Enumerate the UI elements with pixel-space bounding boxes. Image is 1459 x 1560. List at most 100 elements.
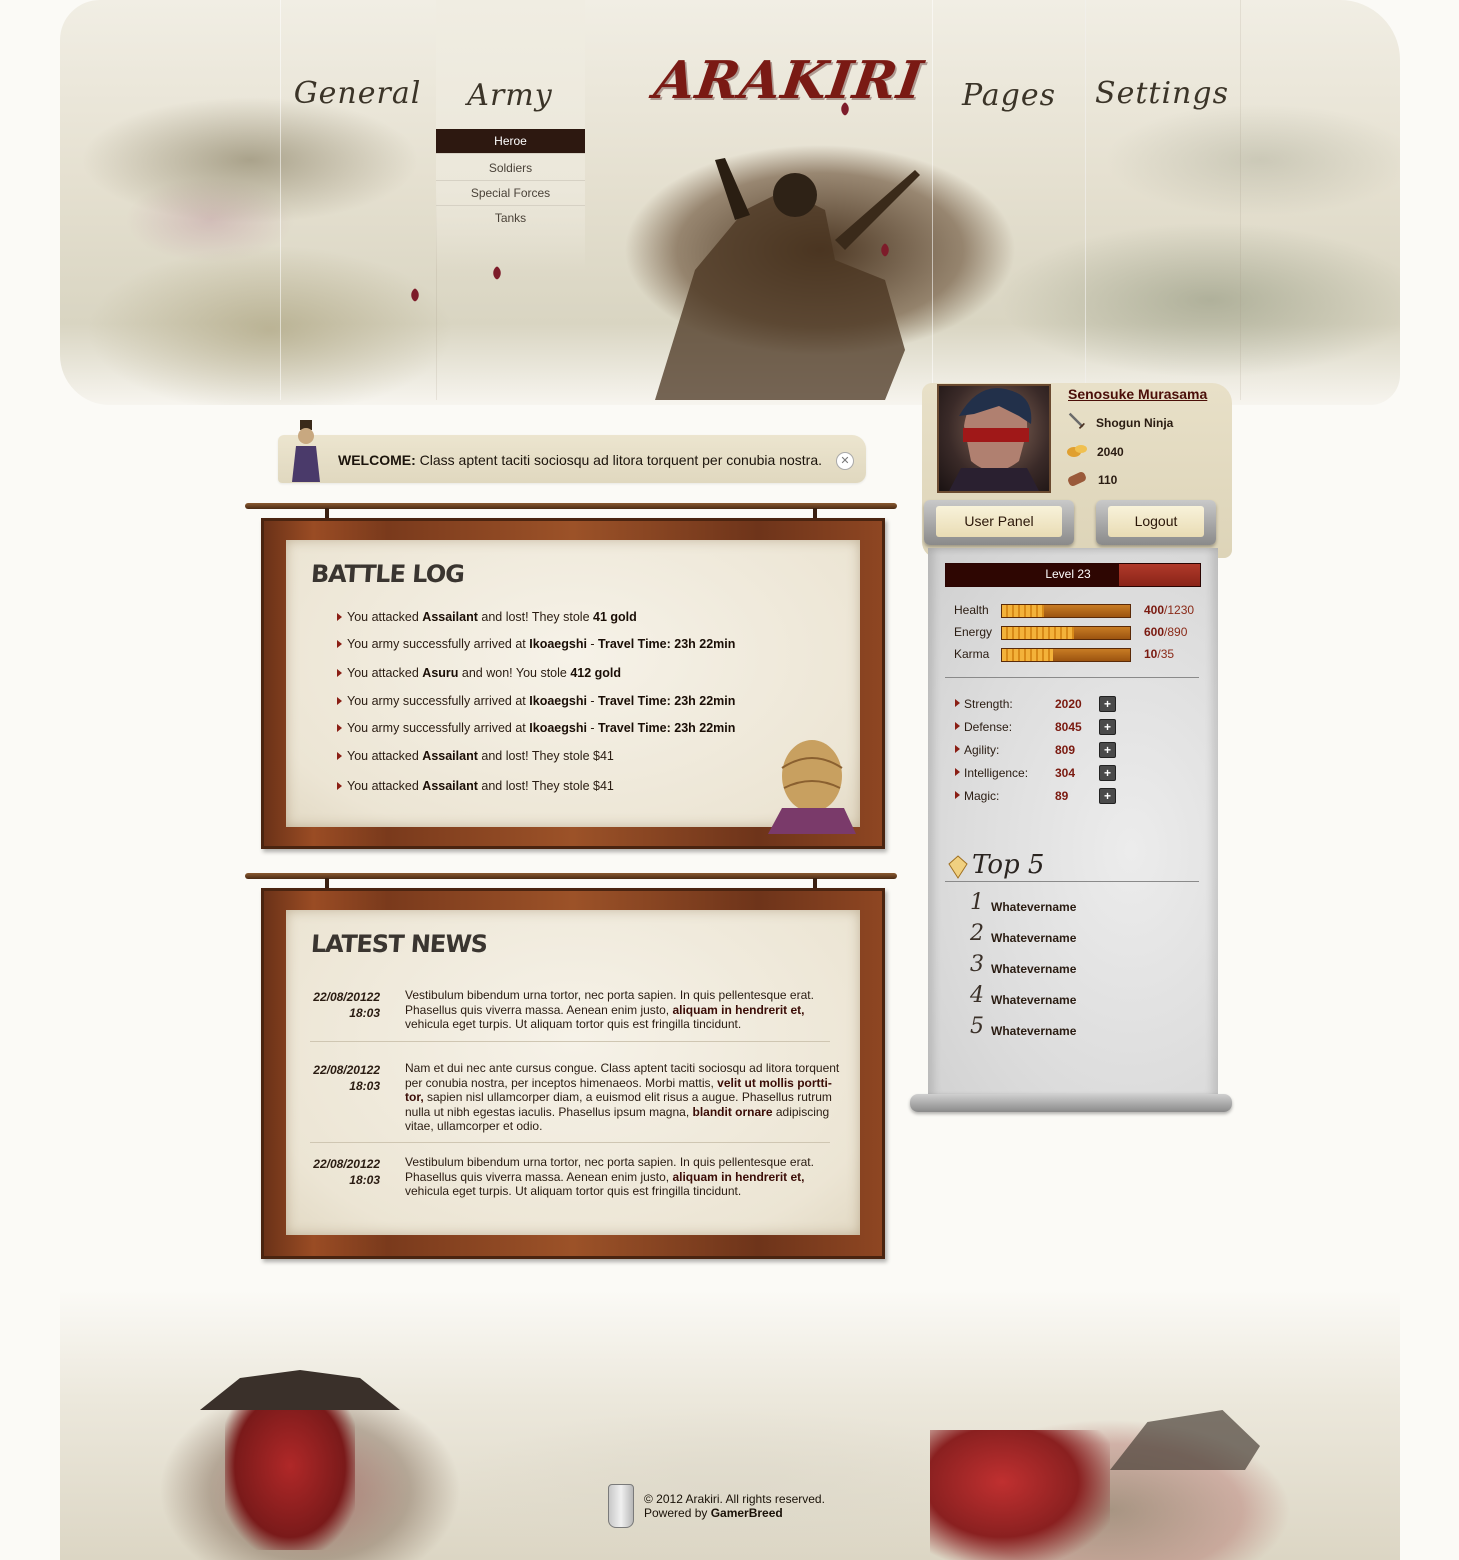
log-highlight: Travel Time: 23h 22min (598, 694, 736, 708)
nav-general[interactable]: General (290, 76, 425, 111)
nav-settings[interactable]: Settings (1092, 76, 1232, 111)
attribute-value: 304 (1055, 766, 1076, 780)
resource-value: 10/35 (1144, 647, 1174, 661)
news-highlight-link[interactable]: aliquam in hendrerit et, (672, 1003, 804, 1017)
log-target[interactable]: Assailant (422, 749, 478, 763)
user-panel-label: User Panel (936, 506, 1062, 537)
nav-pages[interactable]: Pages (940, 78, 1078, 113)
news-date-time: 18:03 (349, 1173, 380, 1187)
add-point-button[interactable]: + (1099, 742, 1116, 758)
top5-title: Top 5 (972, 850, 1045, 880)
rank-number: 5 (970, 1014, 984, 1039)
log-text: You army successfully arrived at (347, 721, 530, 735)
latest-news-title: LATEST NEWS (310, 930, 489, 958)
log-text: and lost! They stole $41 (477, 779, 614, 793)
sword-icon (1068, 412, 1085, 429)
resource-bar (1001, 604, 1131, 618)
resource-current: 600 (1144, 625, 1165, 639)
resource-value: 400/1230 (1144, 603, 1194, 617)
news-highlight-link[interactable]: aliquam in hendrerit et, (672, 1170, 804, 1184)
log-highlight: Travel Time: 23h 22min (598, 637, 736, 651)
news-separator (310, 1142, 830, 1143)
log-text: You army successfully arrived at (347, 694, 530, 708)
ninja-figure-icon (292, 420, 320, 482)
attribute-label: Strength: (955, 697, 1013, 711)
news-date: 22/08/20122 18:03 (305, 1062, 380, 1094)
news-date-day: 22/08/20122 (313, 1063, 380, 1077)
resource-label: Karma (954, 647, 990, 661)
add-point-button[interactable]: + (1099, 788, 1116, 804)
submenu-item-special-forces[interactable]: Special Forces (436, 181, 585, 206)
log-target[interactable]: Ikoaegshi (529, 694, 587, 708)
log-target[interactable]: Assailant (422, 610, 478, 624)
battle-log-text: You attacked Asuru and won! You stole 41… (337, 666, 621, 680)
news-date: 22/08/20122 18:03 (305, 989, 380, 1021)
news-date-day: 22/08/20122 (313, 1157, 380, 1171)
resource-label: Energy (954, 625, 993, 639)
submenu-item-heroe[interactable]: Heroe (436, 129, 585, 154)
log-text: You attacked (347, 666, 423, 680)
news-text: vehicula eget turpis. Ut aliquam tortor … (405, 1017, 742, 1031)
top-player-link[interactable]: Whatevername (991, 962, 1076, 976)
top-player-link[interactable]: Whatevername (991, 1024, 1076, 1038)
plum-tree-illustration (930, 1430, 1110, 1560)
cherry-tree-illustration (225, 1410, 355, 1550)
avatar[interactable] (937, 384, 1051, 493)
top-player-link[interactable]: Whatevername (991, 931, 1076, 945)
powered-by-text: Powered by (644, 1506, 711, 1520)
top-player-link[interactable]: Whatevername (991, 900, 1076, 914)
battle-log-text: You attacked Assailant and lost! They st… (337, 779, 614, 793)
news-highlight-link[interactable]: blandit ornare (693, 1105, 773, 1119)
battle-log-item: You attacked Assailant and lost! They st… (337, 749, 614, 763)
add-point-button[interactable]: + (1099, 696, 1116, 712)
resource-current: 400 (1144, 603, 1165, 617)
news-text: vehicula eget turpis. Ut aliquam tortor … (405, 1184, 742, 1198)
log-text: - (586, 694, 599, 708)
log-text: and lost! They stole (477, 610, 594, 624)
welcome-label: WELCOME: (338, 452, 416, 468)
log-target[interactable]: Asuru (422, 666, 458, 680)
resource-bar (1001, 626, 1131, 640)
battle-log-text: You army successfully arrived at Ikoaegs… (337, 721, 735, 735)
battle-log-item: You army successfully arrived at Ikoaegs… (337, 721, 735, 735)
top-player-link[interactable]: Whatevername (991, 993, 1076, 1007)
log-target[interactable]: Assailant (422, 779, 478, 793)
attribute-label: Agility: (954, 743, 1000, 757)
close-icon[interactable]: ✕ (836, 452, 854, 470)
attribute-label: Defense: (954, 720, 1013, 734)
user-panel-button[interactable]: User Panel (924, 500, 1074, 545)
resource-bar (1001, 648, 1131, 662)
gem-icon (948, 855, 968, 879)
attribute-value: 89 (1055, 789, 1069, 803)
resource-bar-fill (1002, 649, 1054, 661)
nav-army[interactable]: Army (440, 78, 580, 113)
logout-label: Logout (1108, 506, 1204, 537)
add-point-button[interactable]: + (1099, 765, 1116, 781)
resource-current: 10 (1144, 647, 1158, 661)
attribute-value: 2020 (1055, 697, 1082, 711)
army-submenu: Heroe Soldiers Special Forces Tanks (436, 129, 585, 230)
rank-number: 3 (970, 952, 984, 977)
logout-button[interactable]: Logout (1096, 500, 1216, 545)
jar-icon (608, 1484, 634, 1528)
gamerbreed-link[interactable]: GamerBreed (711, 1506, 783, 1520)
warrior-illustration (655, 158, 920, 400)
site-logo[interactable]: ARAKIRI (651, 50, 928, 111)
wood-count: 110 (1098, 473, 1118, 487)
resource-label: Health (954, 603, 989, 617)
attribute-label: Intelligence: (954, 766, 1029, 780)
attribute-label: Magic: (954, 789, 1000, 803)
board-rod (245, 873, 897, 879)
log-target[interactable]: Ikoaegshi (529, 637, 587, 651)
battle-log-text: You army successfully arrived at Ikoaegs… (337, 694, 735, 708)
submenu-item-tanks[interactable]: Tanks (436, 206, 585, 230)
add-point-button[interactable]: + (1099, 719, 1116, 735)
submenu-item-soldiers[interactable]: Soldiers (436, 156, 585, 181)
battle-log-item: You army successfully arrived at Ikoaegs… (337, 694, 735, 708)
top5-divider (945, 881, 1199, 882)
footer-copyright: © 2012 Arakiri. All rights reserved. Pow… (644, 1492, 825, 1520)
player-name-link[interactable]: Senosuke Murasama (1068, 386, 1207, 402)
log-target[interactable]: Ikoaegshi (529, 721, 587, 735)
resource-bar-fill (1002, 627, 1074, 639)
log-text: You attacked (347, 749, 423, 763)
